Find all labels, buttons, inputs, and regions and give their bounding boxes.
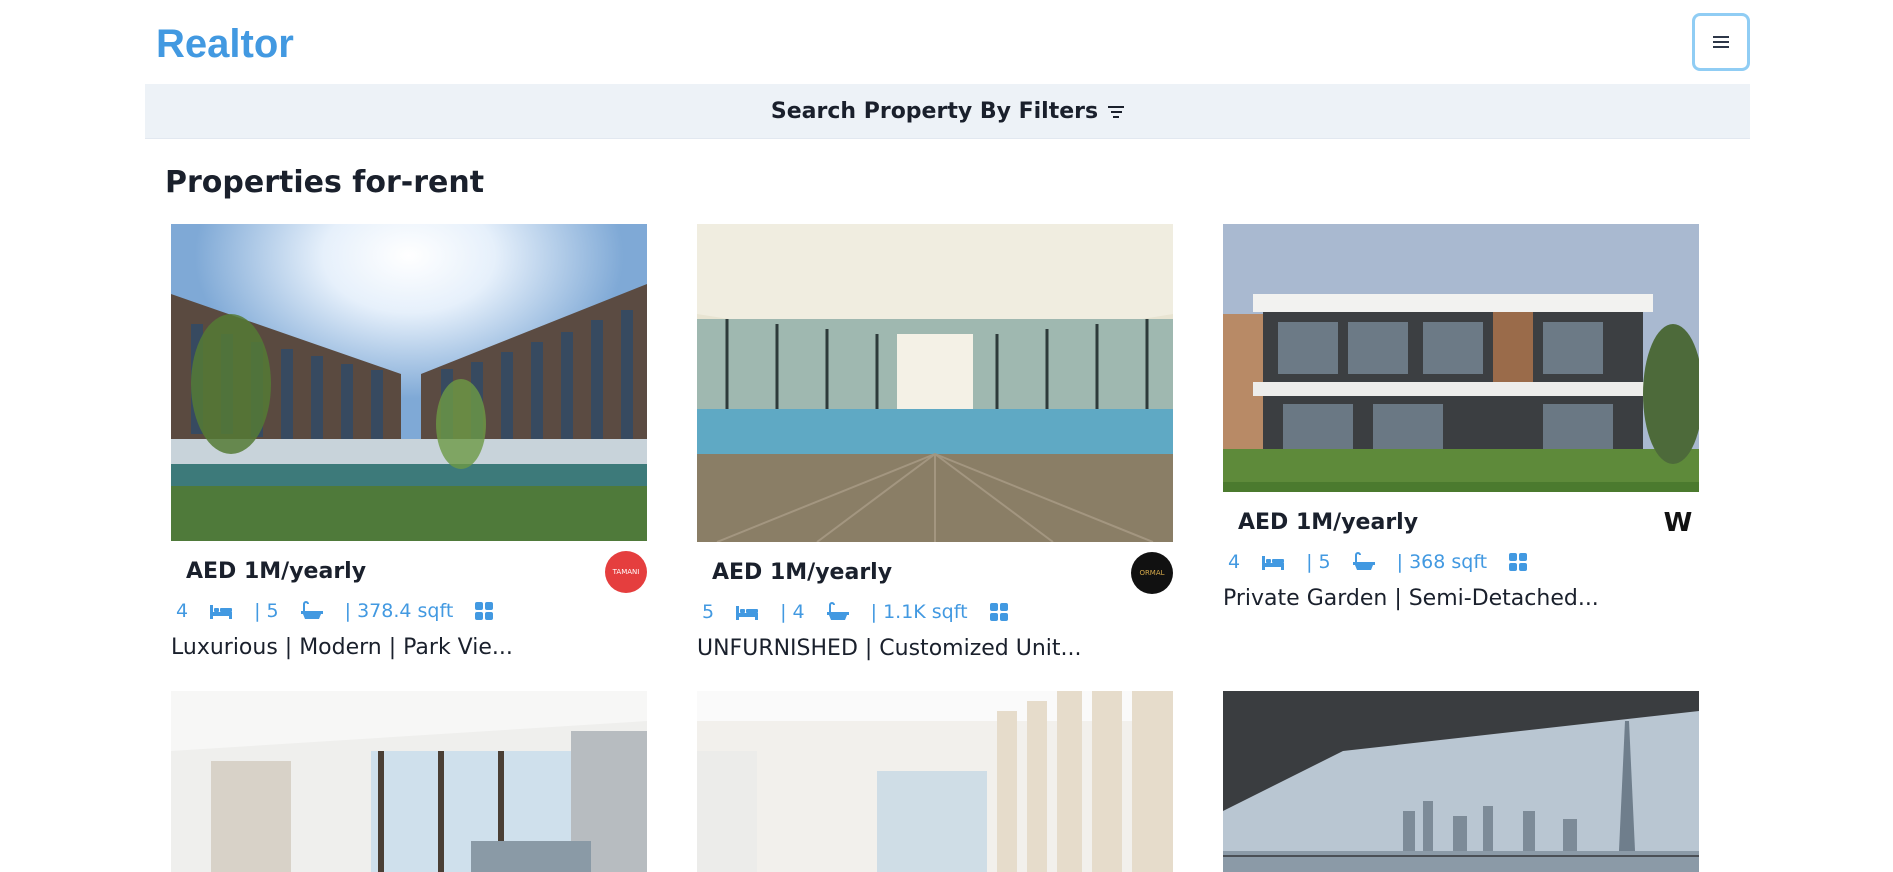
search-filters-toggle[interactable]: Search Property By Filters bbox=[145, 84, 1750, 139]
property-description: Private Garden | Semi-Detached... bbox=[1223, 586, 1599, 611]
filter-label: Search Property By Filters bbox=[770, 98, 1099, 124]
property-card[interactable]: AED 1M/yearly TAMANI 4 | 5 | 378.4 sqft … bbox=[171, 224, 647, 660]
rooms-count: 5 bbox=[702, 601, 715, 623]
bed-icon bbox=[210, 603, 233, 619]
bed-icon bbox=[736, 604, 759, 620]
bed-icon bbox=[1262, 554, 1285, 570]
property-description: UNFURNISHED | Customized Unit... bbox=[697, 636, 1082, 661]
agency-logo-text: W bbox=[1663, 508, 1693, 538]
property-price: AED 1M/yearly bbox=[1238, 510, 1419, 535]
property-image[interactable] bbox=[697, 691, 1173, 872]
property-price: AED 1M/yearly bbox=[186, 559, 367, 584]
grid-icon bbox=[1509, 553, 1528, 571]
agency-logo: ORMAL bbox=[1131, 552, 1173, 594]
agency-logo: TAMANI bbox=[605, 551, 647, 593]
property-image[interactable] bbox=[1223, 224, 1699, 492]
property-image[interactable] bbox=[171, 224, 647, 541]
agency-logo: W bbox=[1657, 502, 1699, 544]
area-value: | 1.1K sqft bbox=[870, 601, 968, 623]
bath-icon bbox=[300, 601, 323, 621]
rooms-count: 4 bbox=[1228, 551, 1241, 573]
property-description: Luxurious | Modern | Park Vie... bbox=[171, 635, 513, 660]
logo[interactable]: Realtor bbox=[156, 22, 294, 67]
property-card[interactable] bbox=[1223, 691, 1699, 872]
property-image[interactable] bbox=[697, 224, 1173, 542]
property-price: AED 1M/yearly bbox=[712, 560, 893, 585]
area-value: | 368 sqft bbox=[1396, 551, 1488, 573]
property-card[interactable] bbox=[171, 691, 647, 872]
baths-count: | 5 bbox=[1306, 551, 1331, 573]
bath-icon bbox=[1352, 552, 1375, 572]
property-image[interactable] bbox=[1223, 691, 1699, 872]
property-stats: 5 | 4 | 1.1K sqft bbox=[697, 596, 1173, 628]
area-value: | 378.4 sqft bbox=[344, 600, 454, 622]
grid-icon bbox=[475, 602, 494, 620]
agency-logo-text: ORMAL bbox=[1139, 569, 1165, 577]
property-card[interactable]: AED 1M/yearly W 4 | 5 | 368 sqft Private… bbox=[1223, 224, 1699, 611]
property-card[interactable] bbox=[697, 691, 1173, 872]
baths-count: | 4 bbox=[780, 601, 805, 623]
navbar: Realtor bbox=[145, 0, 1750, 84]
bath-icon bbox=[826, 602, 849, 622]
grid-icon bbox=[989, 603, 1008, 621]
property-stats: 4 | 5 | 378.4 sqft bbox=[171, 595, 647, 627]
property-image[interactable] bbox=[171, 691, 647, 872]
filter-icon bbox=[1108, 106, 1125, 118]
rooms-count: 4 bbox=[176, 600, 189, 622]
baths-count: | 5 bbox=[254, 600, 279, 622]
property-stats: 4 | 5 | 368 sqft bbox=[1223, 546, 1699, 578]
menu-button[interactable] bbox=[1692, 13, 1750, 71]
hamburger-icon bbox=[1713, 36, 1729, 48]
agency-logo-text: TAMANI bbox=[612, 568, 640, 576]
section-title: Properties for-rent bbox=[165, 165, 485, 200]
property-card[interactable]: AED 1M/yearly ORMAL 5 | 4 | 1.1K sqft UN… bbox=[697, 224, 1173, 661]
